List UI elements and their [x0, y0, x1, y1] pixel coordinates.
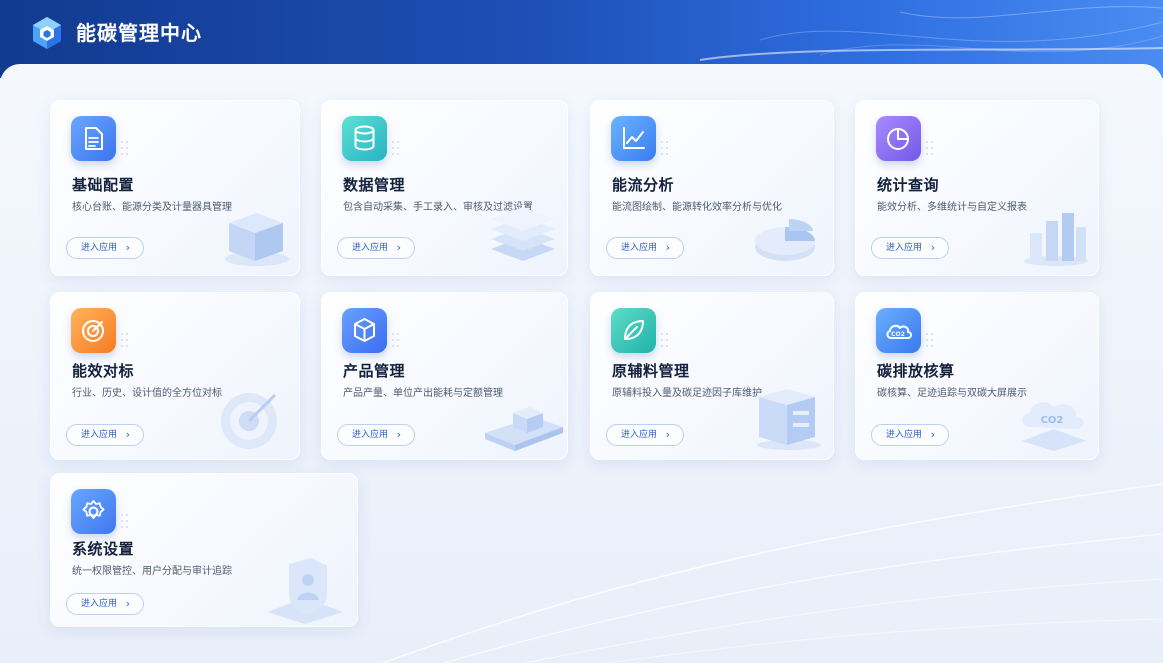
co2-cloud-illustration: CO2	[1022, 402, 1086, 451]
enter-app-button[interactable]: 进入应用 ›	[66, 424, 144, 446]
card-energy-flow[interactable]: 能流分析 能流图绘制、能源转化效率分析与优化 进入应用 ›	[590, 100, 834, 276]
dots-decoration	[661, 141, 668, 155]
card-raw-material-management[interactable]: 原辅料管理 原辅料投入量及碳足迹因子库维护 进入应用 ›	[590, 292, 834, 460]
chevron-right-icon: ›	[125, 241, 130, 254]
cube-illustration	[225, 213, 289, 266]
enter-app-button[interactable]: 进入应用 ›	[606, 237, 684, 259]
card-title: 产品管理	[343, 362, 406, 380]
dots-decoration	[121, 141, 128, 155]
target-icon	[71, 308, 116, 353]
gear-icon	[71, 489, 116, 534]
card-title: 原辅料管理	[612, 362, 690, 380]
card-title: 统计查询	[877, 176, 940, 194]
app-title: 能碳管理中心	[76, 21, 202, 45]
card-system-settings[interactable]: 系统设置 统一权限管控、用户分配与审计追踪 进入应用 ›	[50, 473, 358, 627]
chevron-right-icon: ›	[930, 428, 935, 441]
card-description: 碳核算、足迹追踪与双碳大屏展示	[877, 388, 1027, 399]
card-data-management[interactable]: 数据管理 包含自动采集、手工录入、审核及过滤设置 进入应用 ›	[321, 100, 568, 276]
database-icon	[342, 116, 387, 161]
enter-app-button[interactable]: 进入应用 ›	[66, 237, 144, 259]
card-product-management[interactable]: 产品管理 产品产量、单位产出能耗与定额管理 进入应用 ›	[321, 292, 568, 460]
card-title: 基础配置	[72, 176, 135, 194]
card-description: 统一权限管控、用户分配与审计追踪	[72, 566, 232, 577]
user-shield-illustration	[267, 558, 343, 624]
enter-app-button[interactable]: 进入应用 ›	[871, 237, 949, 259]
enter-app-button[interactable]: 进入应用 ›	[66, 593, 144, 615]
card-basic-config[interactable]: 基础配置 核心台账、能源分类及计量器具管理 进入应用 ›	[50, 100, 300, 276]
co2-label: CO2	[1041, 415, 1064, 426]
card-title: 能流分析	[612, 176, 675, 194]
chevron-right-icon: ›	[930, 241, 935, 254]
enter-app-button[interactable]: 进入应用 ›	[871, 424, 949, 446]
svg-text:CO2: CO2	[891, 331, 905, 338]
stacked-layers-illustration	[491, 207, 555, 261]
dots-decoration	[392, 141, 399, 155]
card-title: 数据管理	[343, 176, 406, 194]
chevron-right-icon: ›	[396, 241, 401, 254]
card-efficiency-benchmark[interactable]: 能效对标 行业、历史、设计值的全方位对标 进入应用 ›	[50, 292, 300, 460]
card-description: 产品产量、单位产出能耗与定额管理	[343, 388, 503, 399]
enter-app-button[interactable]: 进入应用 ›	[337, 424, 415, 446]
chevron-right-icon: ›	[396, 428, 401, 441]
chevron-right-icon: ›	[665, 428, 670, 441]
document-icon	[71, 116, 116, 161]
co2-cloud-icon: CO2	[876, 308, 921, 353]
box-icon	[342, 308, 387, 353]
target-illustration	[221, 393, 277, 449]
shelf-box-illustration	[757, 389, 821, 450]
chevron-right-icon: ›	[125, 428, 130, 441]
dots-decoration	[121, 333, 128, 347]
pie-illustration	[755, 219, 815, 261]
card-statistics-query[interactable]: 统计查询 能效分析、多维统计与自定义报表 进入应用 ›	[855, 100, 1099, 276]
chevron-right-icon: ›	[665, 241, 670, 254]
hexagon-logo-icon	[33, 17, 61, 49]
card-title: 碳排放核算	[877, 362, 955, 380]
pie-chart-icon	[876, 116, 921, 161]
line-chart-icon	[611, 116, 656, 161]
dots-decoration	[926, 333, 933, 347]
card-title: 系统设置	[72, 540, 135, 558]
conveyor-illustration	[485, 407, 563, 451]
dots-decoration	[926, 141, 933, 155]
card-description: 能效分析、多维统计与自定义报表	[877, 202, 1027, 213]
card-title: 能效对标	[72, 362, 135, 380]
chevron-right-icon: ›	[125, 597, 130, 610]
card-description: 行业、历史、设计值的全方位对标	[72, 388, 222, 399]
bar-chart-illustration	[1024, 213, 1088, 266]
dots-decoration	[392, 333, 399, 347]
leaf-icon	[611, 308, 656, 353]
dots-decoration	[661, 333, 668, 347]
enter-app-button[interactable]: 进入应用 ›	[337, 237, 415, 259]
card-carbon-accounting[interactable]: CO2 碳排放核算 碳核算、足迹追踪与双碳大屏展示 进入应用 › CO2	[855, 292, 1099, 460]
card-description: 原辅料投入量及碳足迹因子库维护	[612, 388, 762, 399]
enter-app-button[interactable]: 进入应用 ›	[606, 424, 684, 446]
card-description: 核心台账、能源分类及计量器具管理	[72, 202, 232, 213]
dots-decoration	[121, 514, 128, 528]
